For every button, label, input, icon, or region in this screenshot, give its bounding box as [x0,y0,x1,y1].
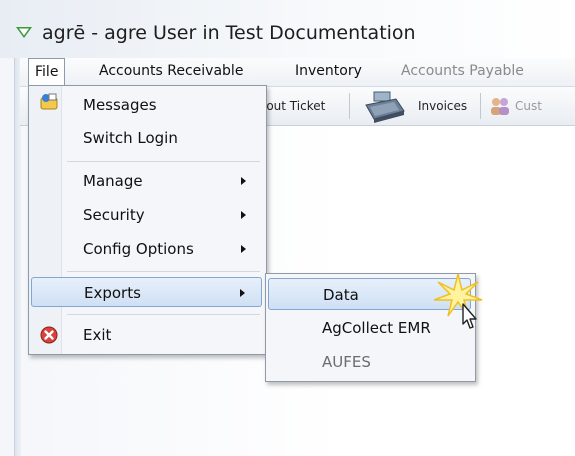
submenu-arrow-icon [241,211,246,219]
menu-item-exit[interactable]: Exit [31,320,262,350]
menu-item-switch-login[interactable]: Switch Login [31,123,262,153]
submenu-arrow-icon [241,177,246,185]
toolbar-invoices-button[interactable]: Invoices [418,92,467,120]
menu-item-label: Exports [84,284,141,302]
menu-file[interactable]: File [28,58,66,86]
submenu-item-aufes[interactable]: AUFES [268,346,471,378]
cash-register-icon[interactable] [360,89,408,123]
exit-icon [40,326,58,344]
menu-item-exports[interactable]: Exports [31,277,262,307]
menu-inventory[interactable]: Inventory [289,58,368,85]
submenu-arrow-icon [241,245,246,253]
submenu-arrow-icon [240,289,245,297]
app-window: agrē - agre User in Test Documentation F… [0,0,575,456]
toolbar-customers-button[interactable]: Cust [515,92,542,120]
menu-item-label: Config Options [83,240,194,258]
file-menu-dropdown: Messages Switch Login Manage Security Co… [28,85,267,355]
mouse-pointer-icon [462,303,477,329]
menu-bar: File Accounts Receivable Inventory Accou… [20,58,575,87]
menu-item-manage[interactable]: Manage [31,166,262,196]
menu-item-messages[interactable]: Messages [31,90,262,120]
toolbar-separator [349,93,350,119]
menu-item-label: Switch Login [83,129,178,147]
customers-icon[interactable] [488,96,512,116]
submenu-item-label: Data [323,286,359,304]
menu-item-label: Exit [83,326,112,344]
submenu-item-label: AgCollect EMR [322,319,431,337]
menu-separator [67,161,260,162]
menu-separator [67,314,260,315]
menu-item-label: Messages [83,96,157,114]
toolbar-separator [480,93,481,119]
menu-accounts-receivable[interactable]: Accounts Receivable [93,58,249,85]
green-v-logo-icon [16,27,32,38]
title-bar: agrē - agre User in Test Documentation [0,0,575,58]
window-title: agrē - agre User in Test Documentation [42,22,416,44]
menu-item-label: Manage [83,172,143,190]
menu-separator [67,271,260,272]
messages-icon [40,93,58,110]
toolbar-ticket-button[interactable]: lout Ticket [263,92,325,120]
menu-item-config-options[interactable]: Config Options [31,234,262,264]
submenu-item-label: AUFES [322,353,371,371]
menu-item-security[interactable]: Security [31,200,262,230]
menu-accounts-payable[interactable]: Accounts Payable [395,58,530,85]
menu-item-label: Security [83,206,145,224]
